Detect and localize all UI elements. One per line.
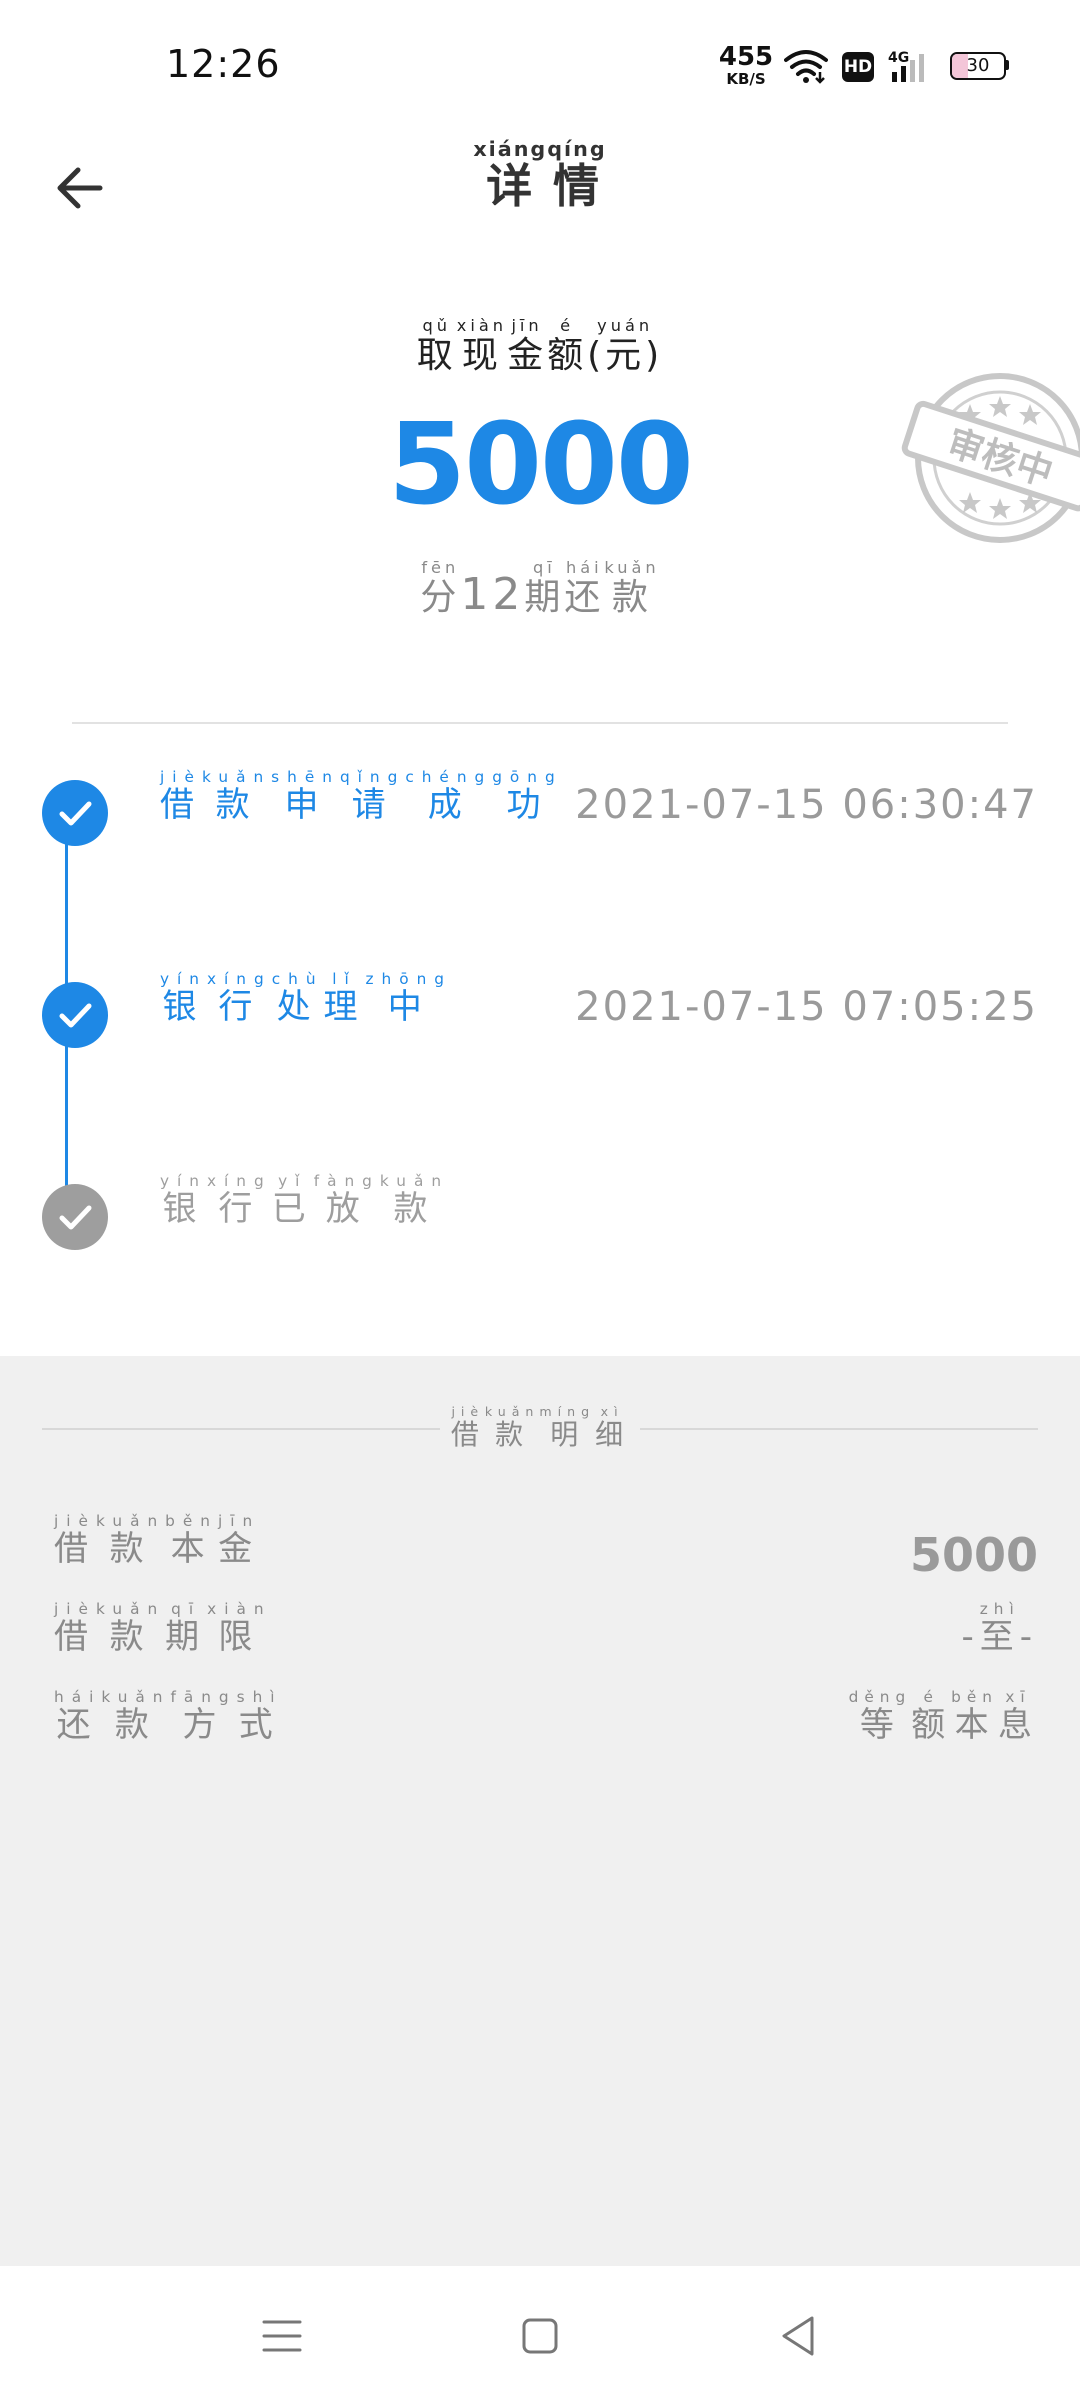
home-button[interactable] xyxy=(510,2306,570,2366)
step-pending-check-icon xyxy=(42,1184,108,1250)
ruby-char: 功gōng xyxy=(492,768,563,825)
network-speed: 455 KB/S xyxy=(718,44,774,87)
back-button[interactable] xyxy=(52,160,112,216)
ruby-char: 借jiè xyxy=(160,768,202,825)
detail-label-principal: 借jiè款kuǎn本běn金jīn xyxy=(54,1512,261,1570)
timeline-step-label: 借jiè款kuǎn申shēn请qǐng成chéng功gōng xyxy=(160,768,563,826)
ruby-char: 款kuǎn xyxy=(604,558,660,618)
ruby-char: 借jiè xyxy=(54,1512,96,1569)
ruby-char: 本běn xyxy=(951,1688,998,1745)
menu-button[interactable] xyxy=(252,2306,312,2366)
ruby-char: 成chéng xyxy=(405,768,493,825)
ruby-char: 限xiàn xyxy=(207,1600,272,1657)
ruby-char: 取qǔ xyxy=(416,316,457,376)
ruby-char: 款kuǎn xyxy=(202,768,272,825)
ruby-char: 理lǐ xyxy=(323,970,366,1027)
detail-label-term: 借jiè款kuǎn期qī限xiàn xyxy=(54,1600,272,1658)
ruby-char: 等děng xyxy=(848,1688,912,1745)
ruby-char: 明míng xyxy=(539,1404,596,1451)
ruby-char: 细xì xyxy=(595,1404,630,1451)
signal-icon: 4G xyxy=(888,48,936,84)
network-type-label: 4G xyxy=(888,50,909,66)
ruby-char: 款kuǎn xyxy=(101,1688,171,1745)
step-check-icon xyxy=(42,780,108,846)
ruby-char: 额é xyxy=(911,1688,952,1745)
detail-value-term: -至zhì- xyxy=(961,1600,1038,1658)
ruby-char: 还hái xyxy=(564,558,605,618)
status-time: 12:26 xyxy=(166,42,281,86)
ruby-char: 现xiàn xyxy=(456,316,508,376)
section-divider xyxy=(72,722,1008,724)
plain-char: ) xyxy=(645,335,664,376)
ruby-char: 期qī xyxy=(524,558,565,618)
ruby-char: 款kuǎn xyxy=(484,1404,540,1451)
battery-level: 30 xyxy=(966,55,990,76)
loan-details-title: 借jiè款kuǎn明míng细xì xyxy=(0,1404,1080,1453)
ruby-char: 息xī xyxy=(997,1688,1038,1745)
ruby-char: 期qī xyxy=(165,1600,208,1657)
ruby-char: 至zhì xyxy=(979,1600,1020,1657)
arrow-left-icon xyxy=(57,167,103,209)
ruby-char: 借jiè xyxy=(54,1600,96,1657)
ruby-char: 款kuǎn xyxy=(96,1600,166,1657)
menu-icon xyxy=(262,2320,302,2352)
loan-details-section: 借jiè款kuǎn明míng细xì 借jiè款kuǎn本běn金jīn 5000… xyxy=(0,1356,1080,2266)
ruby-char: 方fāng xyxy=(170,1688,237,1745)
under-review-stamp: 审核中 xyxy=(900,368,1080,548)
timeline-step-label: 银yín行xíng处chù理lǐ中zhōng xyxy=(160,970,453,1028)
battery-icon: 30 xyxy=(950,52,1010,80)
ruby-char: 处chù xyxy=(271,970,324,1027)
ruby-char: 银yín xyxy=(160,970,207,1027)
wifi-icon xyxy=(784,48,828,84)
detail-value-repayment: 等děng额é本běn息xī xyxy=(848,1688,1038,1746)
ruby-char: 本běn xyxy=(165,1512,218,1569)
ruby-char: 还hái xyxy=(54,1688,102,1745)
ruby-char: 放fàng xyxy=(313,1172,380,1229)
installment-term: 分fēn12期qī还hái款kuǎn xyxy=(0,558,1080,620)
ruby-char: 式shì xyxy=(236,1688,283,1745)
ruby-char: 申shēn xyxy=(271,768,340,825)
ruby-char: 请qǐng xyxy=(339,768,406,825)
home-square-icon xyxy=(522,2318,558,2354)
ruby-char: 行xíng xyxy=(207,970,272,1027)
ruby-char: 行xíng xyxy=(207,1172,272,1229)
timeline-step-label: 银yín行xíng已yǐ放fàng款kuǎn xyxy=(160,1172,450,1230)
plain-char: 12 xyxy=(460,569,525,620)
step-check-icon xyxy=(42,982,108,1048)
plain-char: - xyxy=(1019,1617,1038,1657)
ruby-char: 金jīn xyxy=(507,316,548,376)
ruby-char: 分fēn xyxy=(420,558,461,618)
system-nav-bar xyxy=(0,2266,1080,2400)
ruby-char: 款kuǎn xyxy=(96,1512,166,1569)
ruby-char: 详xiáng xyxy=(473,137,548,213)
ruby-char: 额é xyxy=(547,316,588,376)
network-speed-value: 455 xyxy=(718,42,774,72)
plain-char: - xyxy=(961,1617,980,1657)
ruby-char: 银yín xyxy=(160,1172,207,1229)
back-triangle-icon xyxy=(782,2316,814,2356)
status-bar: 12:26 455 KB/S HD 4G 30 xyxy=(0,0,1080,120)
ruby-char: 借jiè xyxy=(450,1404,485,1451)
timeline-step-time: 2021-07-15 07:05:25 xyxy=(575,984,1038,1030)
ruby-char: 款kuǎn xyxy=(379,1172,450,1229)
plain-char: 5000 xyxy=(909,1528,1038,1582)
system-back-button[interactable] xyxy=(768,2306,828,2366)
detail-label-repayment: 还hái款kuǎn方fāng式shì xyxy=(54,1688,283,1746)
ruby-char: 情qíng xyxy=(547,137,607,213)
network-speed-unit: KB/S xyxy=(726,70,766,88)
detail-value-principal: 5000 xyxy=(910,1528,1038,1582)
ruby-char: 元yuán xyxy=(597,316,654,376)
ruby-char: 中zhōng xyxy=(365,970,453,1027)
page-title: 详xiáng情qíng xyxy=(380,137,700,216)
ruby-char: 已yǐ xyxy=(271,1172,314,1229)
ruby-char: 金jīn xyxy=(217,1512,261,1569)
hd-icon: HD xyxy=(842,52,874,82)
timeline-step-time: 2021-07-15 06:30:47 xyxy=(575,782,1038,828)
